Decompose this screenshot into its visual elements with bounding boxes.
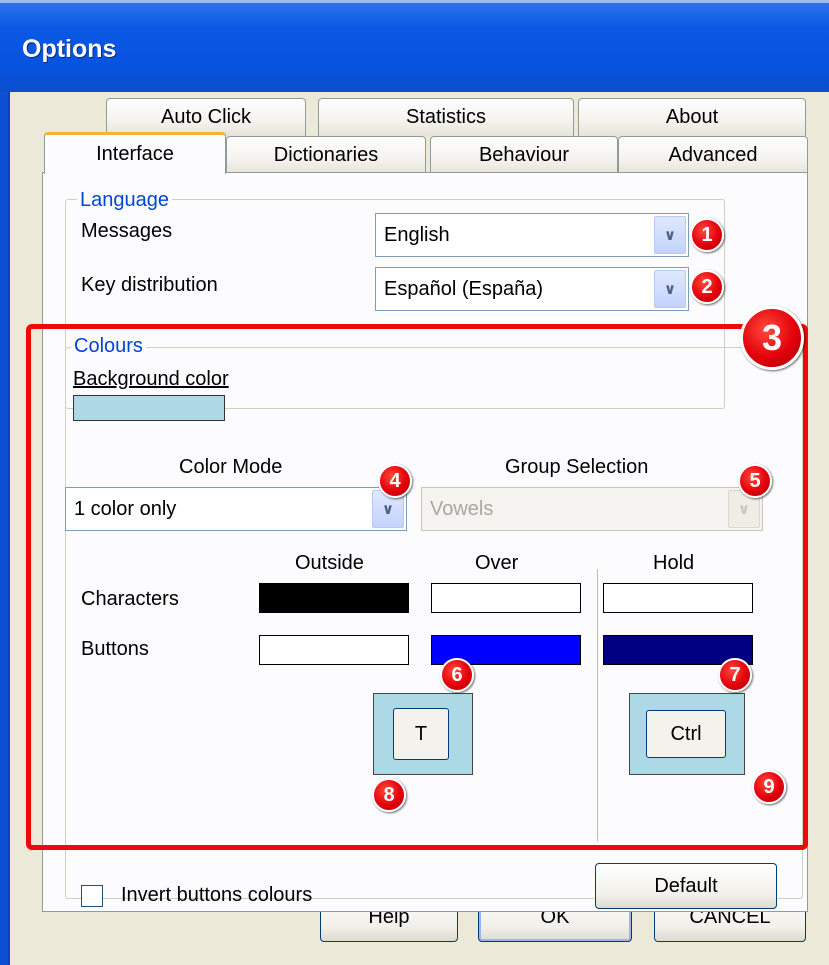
annotation-badge-3: 3 (740, 306, 804, 370)
options-window: Options Auto Click Statistics About Inte… (0, 0, 829, 965)
messages-selected-value: English (384, 223, 450, 246)
annotation-badge-5: 5 (738, 464, 772, 498)
tab-dictionaries[interactable]: Dictionaries (226, 136, 426, 174)
annotation-badge-8: 8 (372, 778, 406, 812)
invert-buttons-label[interactable]: Invert buttons colours (121, 883, 312, 907)
annotation-badge-4: 4 (378, 464, 412, 498)
tab-label: Behaviour (478, 144, 570, 166)
key-distribution-selected-value: Español (España) (384, 277, 543, 300)
annotation-badge-7: 7 (718, 658, 752, 692)
colours-highlight-frame (26, 324, 808, 850)
language-legend: Language (77, 189, 172, 211)
annotation-badge-1: 1 (690, 218, 724, 252)
tab-label: Statistics (405, 106, 487, 128)
tab-statistics[interactable]: Statistics (318, 98, 574, 136)
tab-interface[interactable]: Interface (44, 132, 226, 174)
annotation-badge-9: 9 (752, 770, 786, 804)
messages-select[interactable]: English ∨ (375, 213, 689, 257)
chevron-down-icon[interactable]: ∨ (654, 270, 686, 308)
tab-label: Interface (96, 143, 174, 165)
annotation-badge-6: 6 (440, 658, 474, 692)
default-button-label: Default (654, 874, 718, 897)
key-distribution-select[interactable]: Español (España) ∨ (375, 267, 689, 311)
tab-label: About (665, 106, 719, 128)
title-bar[interactable]: Options (0, 0, 829, 92)
key-distribution-label: Key distribution (81, 274, 218, 296)
default-button[interactable]: Default (595, 863, 777, 909)
tab-advanced[interactable]: Advanced (618, 136, 808, 174)
tab-behaviour[interactable]: Behaviour (430, 136, 618, 174)
window-title: Options (22, 35, 117, 63)
tab-label: Dictionaries (273, 144, 379, 166)
chevron-down-icon[interactable]: ∨ (654, 216, 686, 254)
messages-label: Messages (81, 220, 173, 242)
tab-auto-click[interactable]: Auto Click (106, 98, 306, 136)
tab-label: Advanced (668, 144, 758, 166)
tab-label: Auto Click (160, 106, 252, 128)
tab-about[interactable]: About (578, 98, 806, 136)
annotation-badge-2: 2 (690, 270, 724, 304)
invert-buttons-checkbox[interactable] (81, 885, 103, 907)
